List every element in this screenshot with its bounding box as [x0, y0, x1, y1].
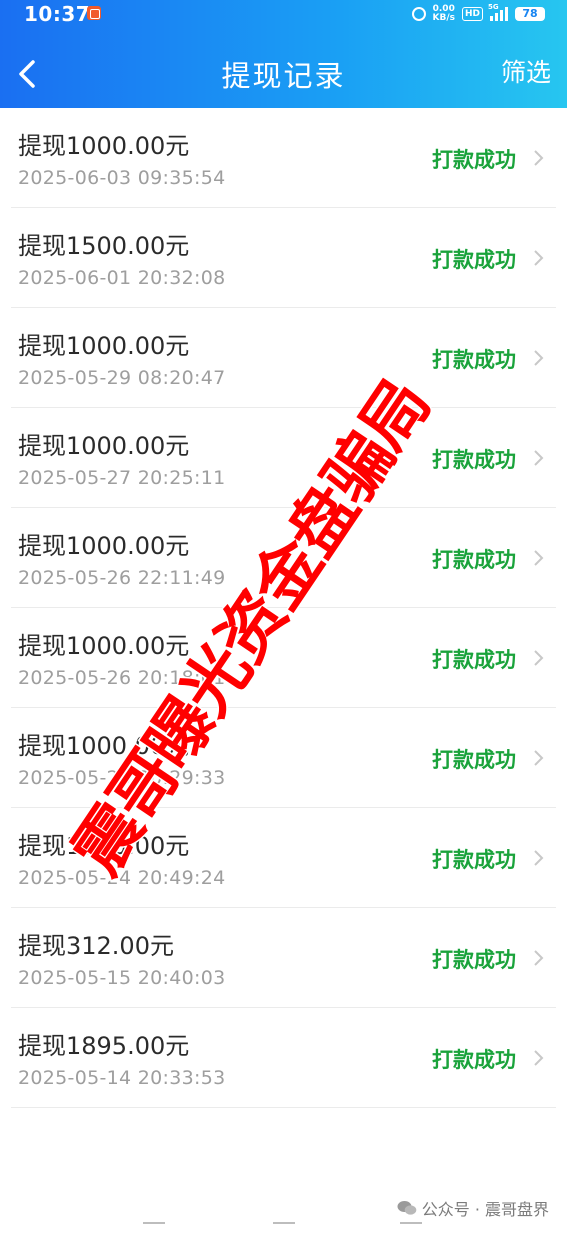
withdrawal-date: 2025-05-14 20:33:53 — [18, 1067, 226, 1089]
withdrawal-row[interactable]: 提现1000.00元 2025-05-29 08:20:47 打款成功 — [11, 308, 556, 408]
status-time: 10:37 — [24, 2, 91, 26]
withdrawal-date: 2025-05-29 08:20:47 — [18, 367, 226, 389]
withdrawal-row[interactable]: 提现1500.00元 2025-06-01 20:32:08 打款成功 — [11, 208, 556, 308]
footer-source-label: 公众号 · 震哥盘界 — [421, 1200, 549, 1219]
network-speed-unit: KB/s — [432, 13, 455, 23]
chevron-right-icon — [534, 850, 544, 866]
nav-home-hint — [273, 1222, 295, 1233]
nav-bar: 提现记录 筛选 — [0, 38, 567, 108]
withdrawal-status: 打款成功 — [432, 848, 516, 872]
top-bar: 10:37 0.00 KB/s HD 5G 78 提现记录 筛选 — [0, 0, 567, 108]
withdrawal-row[interactable]: 提现1000.00元 2025-05-26 22:11:49 打款成功 — [11, 508, 556, 608]
hd-icon: HD — [461, 7, 483, 21]
withdrawal-date: 2025-06-03 09:35:54 — [18, 167, 226, 189]
withdrawal-status: 打款成功 — [432, 348, 516, 372]
withdrawal-amount: 提现1895.00元 — [18, 1032, 190, 1060]
signal-icon: 5G — [488, 3, 508, 21]
network-type: 5G — [488, 3, 499, 11]
status-icons: 0.00 KB/s HD 5G 78 — [411, 3, 545, 25]
withdrawal-status: 打款成功 — [432, 1048, 516, 1072]
withdrawal-row[interactable]: 提现1000.00元 2025-05-24 20:49:24 打款成功 — [11, 808, 556, 908]
wechat-icon — [397, 1201, 417, 1215]
withdrawal-row[interactable]: 提现1000.00元 2025-05-27 20:25:11 打款成功 — [11, 408, 556, 508]
status-bar: 10:37 0.00 KB/s HD 5G 78 — [0, 0, 567, 30]
withdrawal-date: 2025-05-27 20:25:11 — [18, 467, 226, 489]
battery-icon: 78 — [515, 7, 545, 21]
withdrawal-amount: 提现1000.00元 — [18, 432, 190, 460]
chevron-right-icon — [534, 1050, 544, 1066]
withdrawal-amount: 提现1000.00元 — [18, 132, 190, 160]
withdrawal-status: 打款成功 — [432, 748, 516, 772]
chevron-right-icon — [534, 950, 544, 966]
chevron-right-icon — [534, 250, 544, 266]
withdrawal-status: 打款成功 — [432, 248, 516, 272]
alarm-icon — [411, 7, 426, 21]
chevron-right-icon — [534, 550, 544, 566]
withdrawal-amount: 提现1000.00元 — [18, 632, 190, 660]
withdrawal-date: 2025-06-01 20:32:08 — [18, 267, 226, 289]
nav-recent-hint — [143, 1222, 165, 1233]
withdrawal-amount: 提现312.00元 — [18, 932, 174, 960]
chevron-right-icon — [534, 650, 544, 666]
chevron-right-icon — [534, 750, 544, 766]
withdrawal-list: 提现1000.00元 2025-06-03 09:35:54 打款成功 提现15… — [0, 108, 567, 1108]
withdrawal-date: 2025-05-26 22:11:49 — [18, 567, 226, 589]
nav-back-hint — [400, 1222, 422, 1233]
chevron-right-icon — [534, 450, 544, 466]
network-speed: 0.00 KB/s — [433, 5, 455, 23]
withdrawal-status: 打款成功 — [432, 448, 516, 472]
withdrawal-amount: 提现1000.00元 — [18, 332, 190, 360]
withdrawal-row[interactable]: 提现1000.00元 2025-05-26 20:18:01 打款成功 — [11, 608, 556, 708]
filter-button[interactable]: 筛选 — [501, 53, 551, 89]
withdrawal-row[interactable]: 提现1000.00元 2025-06-03 09:35:54 打款成功 — [11, 108, 556, 208]
withdrawal-row[interactable]: 提现1000.00元 2025-05-25 20:29:33 打款成功 — [11, 708, 556, 808]
withdrawal-status: 打款成功 — [432, 948, 516, 972]
footer-source: 公众号 · 震哥盘界 — [397, 1196, 549, 1220]
withdrawal-status: 打款成功 — [432, 148, 516, 172]
page-title: 提现记录 — [221, 59, 346, 93]
withdrawal-date: 2025-05-24 20:49:24 — [18, 867, 226, 889]
withdrawal-row[interactable]: 提现1895.00元 2025-05-14 20:33:53 打款成功 — [11, 1008, 556, 1108]
withdrawal-date: 2025-05-15 20:40:03 — [18, 967, 226, 989]
withdrawal-amount: 提现1000.00元 — [18, 532, 190, 560]
chevron-right-icon — [534, 350, 544, 366]
withdrawal-status: 打款成功 — [432, 548, 516, 572]
withdrawal-amount: 提现1000.00元 — [18, 832, 190, 860]
withdrawal-date: 2025-05-26 20:18:01 — [18, 667, 226, 689]
withdrawal-status: 打款成功 — [432, 648, 516, 672]
withdrawal-amount: 提现1500.00元 — [18, 232, 190, 260]
notification-app-icon — [87, 6, 101, 20]
chevron-right-icon — [534, 150, 544, 166]
withdrawal-row[interactable]: 提现312.00元 2025-05-15 20:40:03 打款成功 — [11, 908, 556, 1008]
withdrawal-amount: 提现1000.00元 — [18, 732, 190, 760]
withdrawal-date: 2025-05-25 20:29:33 — [18, 767, 226, 789]
